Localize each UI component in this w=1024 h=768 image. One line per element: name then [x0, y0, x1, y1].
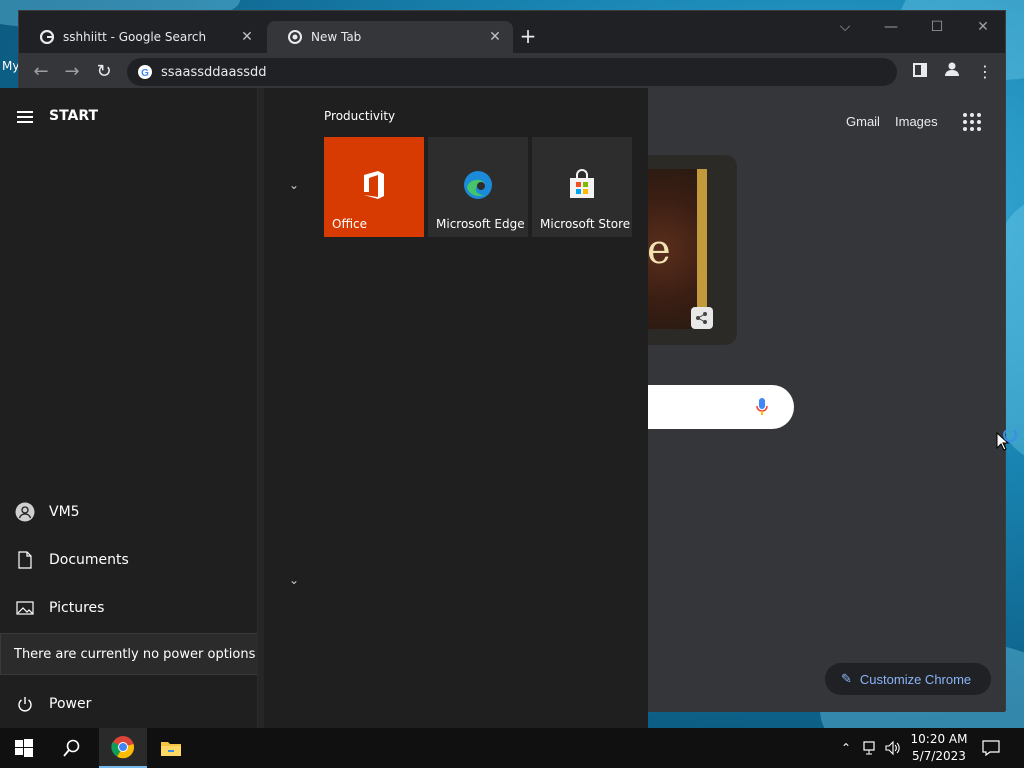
search-button[interactable] — [48, 728, 96, 768]
customize-label: Customize Chrome — [859, 671, 972, 687]
start-item-label: Power — [49, 696, 92, 712]
tab-title: New Tab — [311, 30, 362, 44]
start-menu-left-pane: START — [0, 88, 257, 728]
side-panel-icon[interactable] — [908, 60, 932, 84]
address-text: ssaassddaassdd — [161, 64, 267, 80]
chevron-down-icon[interactable]: ⌄ — [287, 178, 301, 192]
tile-group-title: Productivity — [324, 109, 396, 123]
toolbar: ← → ↻ G ssaassddaassdd ⋮ — [19, 53, 1005, 91]
tile-label: Office — [332, 217, 368, 231]
office-icon — [364, 171, 384, 199]
notifications-icon[interactable] — [980, 728, 1002, 768]
reload-button[interactable]: ↻ — [92, 60, 116, 84]
profile-icon[interactable] — [940, 60, 964, 84]
clock[interactable]: 10:20 AM 5/7/2023 — [904, 731, 974, 765]
windows-start-button[interactable] — [0, 728, 48, 768]
pencil-icon: ✎ — [841, 671, 852, 686]
chrome-icon — [111, 736, 135, 759]
tile-microsoft-store[interactable]: Microsoft Store — [532, 137, 632, 237]
store-icon — [570, 169, 594, 198]
back-button[interactable]: ← — [29, 60, 53, 84]
power-icon — [15, 694, 35, 714]
chrome-favicon-icon — [287, 29, 303, 45]
images-link[interactable]: Images — [895, 114, 938, 129]
minimize-button[interactable]: — — [868, 15, 914, 39]
google-favicon-icon — [39, 29, 55, 45]
start-item-label: Documents — [49, 552, 129, 568]
address-bar[interactable]: G ssaassddaassdd — [127, 58, 897, 86]
close-window-button[interactable]: ✕ — [960, 15, 1006, 39]
maximize-button[interactable]: ☐ — [914, 15, 960, 39]
forward-button[interactable]: → — [60, 60, 84, 84]
search-icon — [63, 739, 80, 757]
edge-icon — [464, 171, 492, 199]
start-item-label: Pictures — [49, 600, 105, 616]
tab-new-tab[interactable]: New Tab ✕ — [267, 21, 513, 53]
start-title: START — [49, 108, 99, 124]
tab-title: sshhiitt - Google Search — [63, 30, 207, 44]
menu-kebab-icon[interactable]: ⋮ — [973, 60, 997, 84]
gmail-link[interactable]: Gmail — [846, 114, 880, 129]
start-item-documents[interactable]: Documents — [0, 540, 257, 580]
close-tab-icon[interactable]: ✕ — [239, 29, 255, 45]
file-explorer-icon — [161, 742, 181, 756]
hamburger-menu-icon[interactable] — [17, 111, 33, 123]
doodle-letter: e — [647, 227, 671, 273]
tab-strip: sshhiitt - Google Search ✕ New Tab ✕ + ⌵… — [19, 11, 1005, 53]
svg-text:G: G — [141, 68, 149, 79]
google-apps-icon[interactable] — [963, 113, 981, 131]
taskbar: ⌃ 10:20 AM 5/7/2023 — [0, 728, 1024, 768]
desktop-icon-label[interactable]: My — [2, 59, 19, 73]
windows-logo-icon — [15, 739, 33, 757]
microphone-icon[interactable] — [755, 397, 769, 417]
volume-icon[interactable] — [884, 728, 902, 768]
clock-date: 5/7/2023 — [912, 749, 966, 763]
network-icon[interactable] — [862, 728, 880, 768]
start-item-power[interactable]: Power — [0, 684, 257, 724]
app-list-strip — [258, 88, 264, 728]
chevron-down-icon[interactable]: ⌄ — [287, 573, 301, 587]
clock-time: 10:20 AM — [910, 732, 968, 746]
show-hidden-icons[interactable]: ⌃ — [838, 728, 854, 768]
pictures-icon — [15, 598, 35, 618]
tile-label: Microsoft Edge — [436, 217, 525, 231]
customize-chrome-button[interactable]: ✎ Customize Chrome — [825, 663, 991, 695]
tile-microsoft-edge[interactable]: Microsoft Edge — [428, 137, 528, 237]
tab-search-dropdown-icon[interactable]: ⌵ — [822, 15, 868, 39]
document-icon — [15, 550, 35, 570]
taskbar-chrome[interactable] — [99, 728, 147, 768]
start-item-user[interactable]: VM5 — [0, 492, 257, 532]
start-item-pictures[interactable]: Pictures — [0, 588, 257, 628]
tile-label: Microsoft Store — [540, 217, 631, 231]
google-icon: G — [138, 65, 152, 79]
taskbar-file-explorer[interactable] — [147, 728, 195, 768]
close-tab-icon[interactable]: ✕ — [487, 29, 503, 45]
user-avatar-icon — [15, 502, 35, 522]
tile-office[interactable]: Office — [324, 137, 424, 237]
new-tab-button[interactable]: + — [516, 25, 540, 49]
share-icon[interactable] — [691, 307, 713, 329]
busy-spinner-icon — [1003, 428, 1017, 442]
start-item-label: VM5 — [49, 504, 80, 520]
tab-google-search[interactable]: sshhiitt - Google Search ✕ — [19, 21, 265, 53]
